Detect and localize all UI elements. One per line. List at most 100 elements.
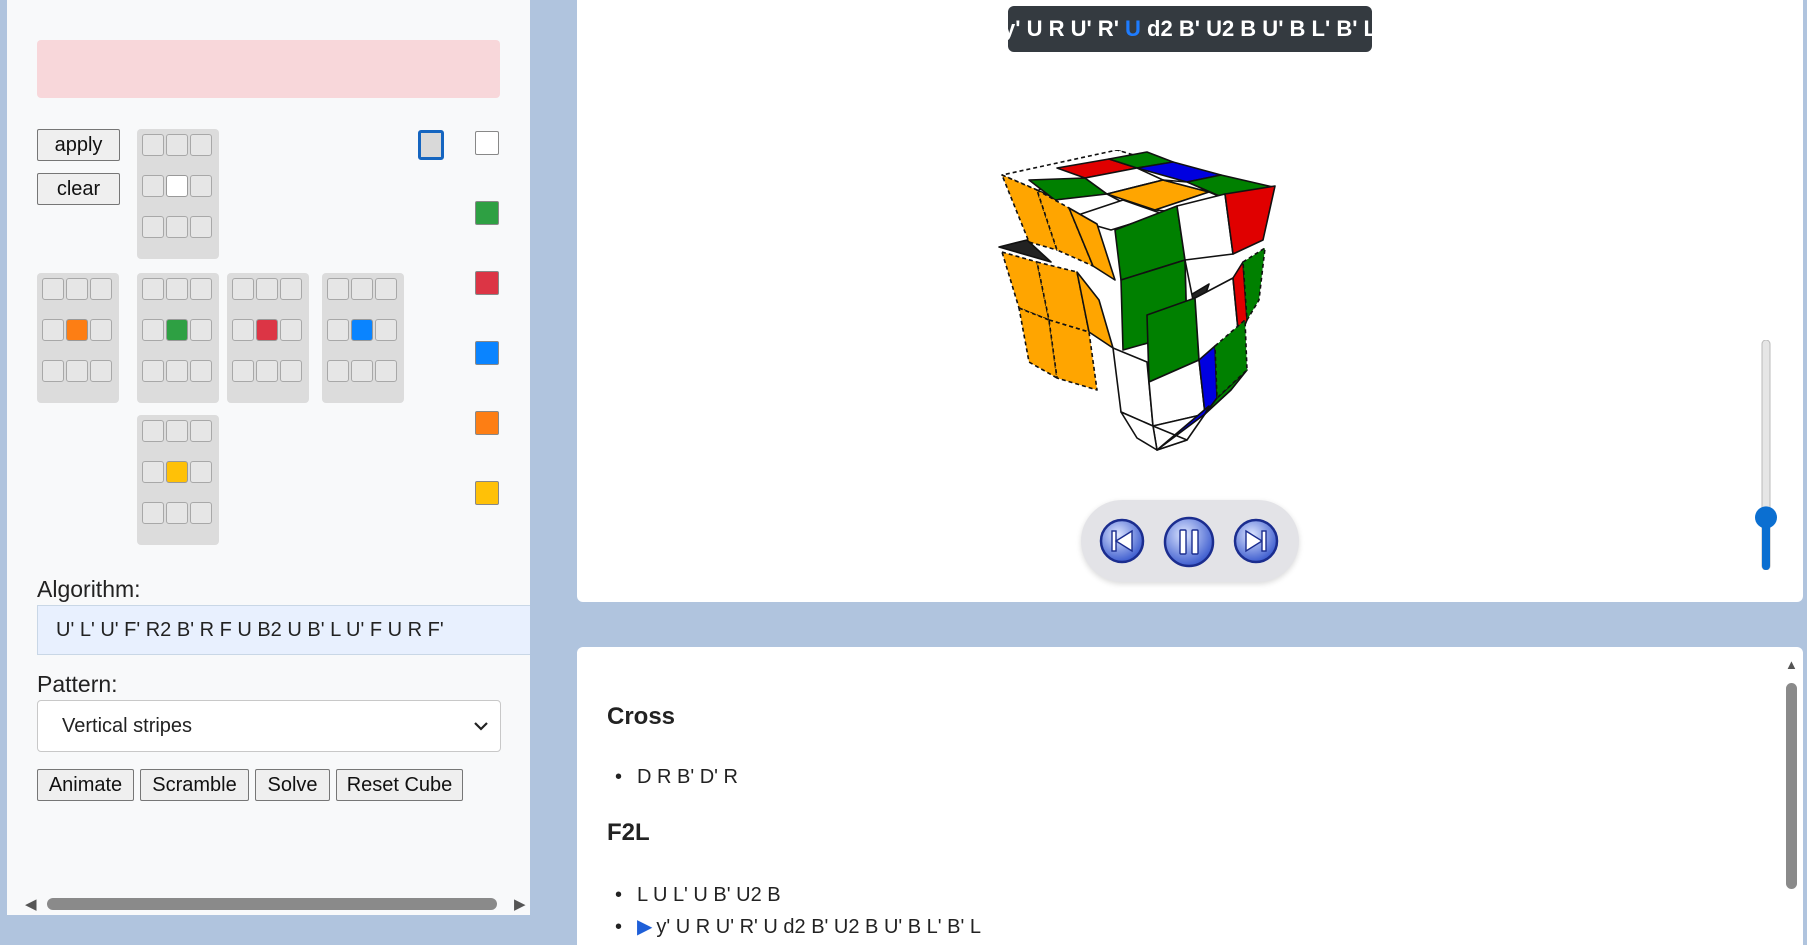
selected-color-swatch[interactable] xyxy=(418,130,444,160)
f2l-section-title: F2L xyxy=(607,819,650,846)
sticker[interactable] xyxy=(66,278,88,300)
face-right xyxy=(227,273,309,403)
face-up xyxy=(137,129,219,259)
sticker[interactable] xyxy=(232,319,254,341)
sticker[interactable] xyxy=(232,360,254,382)
sticker[interactable] xyxy=(190,175,212,197)
current-move-banner: y' U R U' R' U d2 B' U2 B U' B L' B' L xyxy=(1003,6,1377,52)
sticker[interactable] xyxy=(327,319,349,341)
sticker[interactable] xyxy=(166,420,188,442)
sticker[interactable] xyxy=(142,360,164,382)
play-icon[interactable]: ▶ xyxy=(637,916,652,938)
cube-3d-view[interactable] xyxy=(997,150,1377,500)
sticker[interactable] xyxy=(327,278,349,300)
sticker[interactable] xyxy=(142,420,164,442)
sticker[interactable] xyxy=(142,319,164,341)
sticker[interactable] xyxy=(142,175,164,197)
list-item[interactable]: • D R B' D' R xyxy=(607,761,738,793)
speed-slider[interactable] xyxy=(1754,340,1778,570)
scroll-left-icon[interactable]: ◀ xyxy=(25,895,37,913)
color-picker-white[interactable] xyxy=(475,131,499,155)
solve-button[interactable]: Solve xyxy=(255,769,330,801)
color-picker-blue[interactable] xyxy=(475,341,499,365)
sticker[interactable] xyxy=(256,360,278,382)
scramble-button[interactable]: Scramble xyxy=(140,769,249,801)
sticker[interactable] xyxy=(42,278,64,300)
color-picker-red[interactable] xyxy=(475,271,499,295)
horizontal-scrollbar[interactable]: ◀ ▶ xyxy=(17,892,530,914)
sticker[interactable] xyxy=(190,319,212,341)
sticker[interactable] xyxy=(375,360,397,382)
center-sticker[interactable] xyxy=(66,319,88,341)
reset-cube-button[interactable]: Reset Cube xyxy=(336,769,463,801)
cube-viewer-panel: y' U R U' R' U d2 B' U2 B U' B L' B' L xyxy=(577,0,1803,602)
sticker[interactable] xyxy=(280,278,302,300)
sticker[interactable] xyxy=(280,319,302,341)
sticker[interactable] xyxy=(190,461,212,483)
sticker[interactable] xyxy=(351,360,373,382)
sticker[interactable] xyxy=(327,360,349,382)
color-picker-yellow[interactable] xyxy=(475,481,499,505)
error-banner xyxy=(37,40,500,98)
sticker[interactable] xyxy=(256,278,278,300)
sticker[interactable] xyxy=(280,360,302,382)
center-sticker[interactable] xyxy=(166,175,188,197)
pattern-select[interactable]: Vertical stripes xyxy=(37,700,501,752)
pause-icon[interactable] xyxy=(1163,516,1215,568)
sticker[interactable] xyxy=(42,360,64,382)
face-back xyxy=(322,273,404,403)
pattern-select-value: Vertical stripes xyxy=(62,714,193,737)
sticker[interactable] xyxy=(90,360,112,382)
clear-button[interactable]: clear xyxy=(37,173,120,205)
algorithm-input[interactable] xyxy=(37,605,530,655)
sticker[interactable] xyxy=(66,360,88,382)
scrollbar-thumb[interactable] xyxy=(1786,683,1797,889)
sticker[interactable] xyxy=(166,502,188,524)
sticker[interactable] xyxy=(190,502,212,524)
current-move: U xyxy=(1125,16,1141,41)
sticker[interactable] xyxy=(142,461,164,483)
sticker[interactable] xyxy=(142,216,164,238)
sticker[interactable] xyxy=(166,216,188,238)
sticker[interactable] xyxy=(142,134,164,156)
animate-button[interactable]: Animate xyxy=(37,769,134,801)
color-picker-orange[interactable] xyxy=(475,411,499,435)
sticker[interactable] xyxy=(190,420,212,442)
sticker[interactable] xyxy=(166,360,188,382)
sticker[interactable] xyxy=(190,216,212,238)
sticker[interactable] xyxy=(232,278,254,300)
step-forward-icon[interactable] xyxy=(1233,518,1279,564)
sticker[interactable] xyxy=(190,278,212,300)
sticker[interactable] xyxy=(166,278,188,300)
scroll-up-icon[interactable]: ▲ xyxy=(1785,657,1798,672)
color-picker-green[interactable] xyxy=(475,201,499,225)
face-left xyxy=(37,273,119,403)
center-sticker[interactable] xyxy=(166,319,188,341)
chevron-down-icon xyxy=(474,715,488,736)
sticker[interactable] xyxy=(190,134,212,156)
sticker[interactable] xyxy=(375,319,397,341)
step-back-icon[interactable] xyxy=(1099,518,1145,564)
sticker[interactable] xyxy=(166,134,188,156)
sticker[interactable] xyxy=(190,360,212,382)
solution-panel: Cross • D R B' D' R F2L • L U L' U B' U2 B… xyxy=(577,647,1803,945)
step-text: y' U R U' R' U d2 B' U2 B U' B L' B' L xyxy=(656,916,981,938)
sticker[interactable] xyxy=(42,319,64,341)
sticker[interactable] xyxy=(142,502,164,524)
f2l-steps-list: • L U L' U B' U2 B • ▶ y' U R U' R' U d2 B'… xyxy=(607,879,981,943)
scrollbar-thumb[interactable] xyxy=(47,898,497,910)
sticker[interactable] xyxy=(90,319,112,341)
center-sticker[interactable] xyxy=(256,319,278,341)
scroll-right-icon[interactable]: ▶ xyxy=(514,895,526,913)
sticker[interactable] xyxy=(142,278,164,300)
sticker[interactable] xyxy=(375,278,397,300)
sticker[interactable] xyxy=(90,278,112,300)
center-sticker[interactable] xyxy=(351,319,373,341)
center-sticker[interactable] xyxy=(166,461,188,483)
list-item[interactable]: • ▶ y' U R U' R' U d2 B' U2 B U' B L' B' L xyxy=(607,911,981,943)
apply-button[interactable]: apply xyxy=(37,129,120,161)
cube-editor-panel: apply clear Algorithm: Pattern: Vertical… xyxy=(7,0,530,915)
sticker[interactable] xyxy=(351,278,373,300)
vertical-scrollbar[interactable]: ▲ xyxy=(1782,657,1800,945)
list-item[interactable]: • L U L' U B' U2 B xyxy=(607,879,981,911)
